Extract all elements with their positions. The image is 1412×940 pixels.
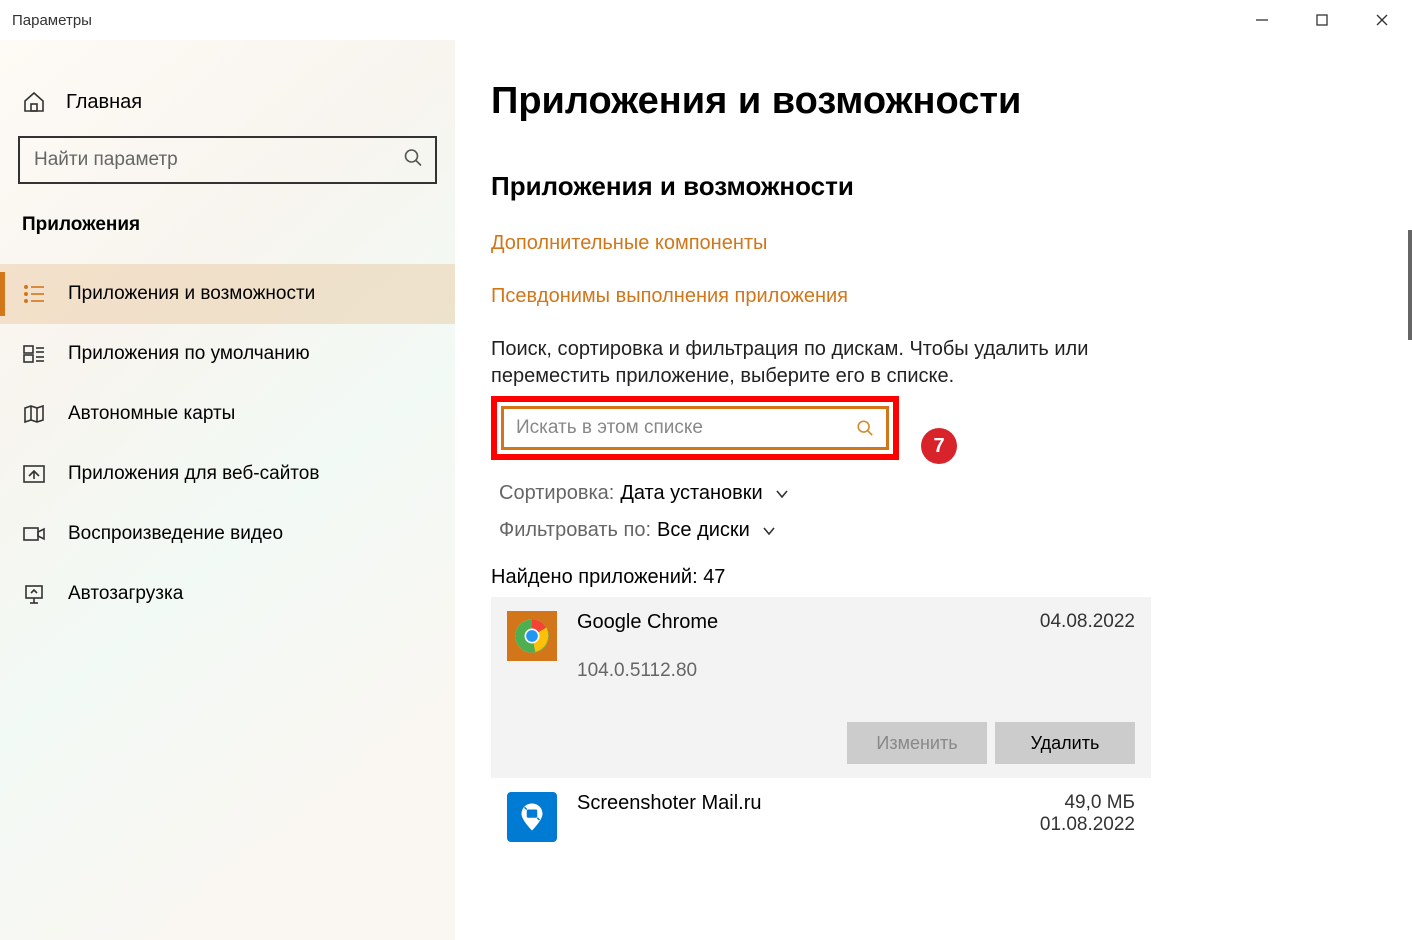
sort-dropdown[interactable]: Сортировка: Дата установки	[499, 482, 1376, 505]
list-icon	[22, 282, 46, 306]
app-date: 04.08.2022	[1040, 611, 1135, 633]
sidebar-item-label: Автозагрузка	[68, 583, 183, 605]
sidebar: Главная Приложения Приложения и возможно…	[0, 40, 455, 940]
window-title: Параметры	[12, 12, 92, 29]
filter-label: Фильтровать по:	[499, 519, 651, 542]
page-title: Приложения и возможности	[491, 80, 1376, 123]
uninstall-button[interactable]: Удалить	[995, 722, 1135, 764]
scrollbar[interactable]	[1408, 230, 1412, 340]
search-icon	[403, 148, 423, 173]
hint-text: Поиск, сортировка и фильтрация по дискам…	[491, 338, 1131, 361]
startup-icon	[22, 582, 46, 606]
sidebar-item-apps-websites[interactable]: Приложения для веб-сайтов	[0, 444, 455, 504]
sort-label: Сортировка:	[499, 482, 614, 505]
search-icon	[856, 419, 874, 437]
settings-search[interactable]	[18, 136, 437, 184]
sidebar-item-default-apps[interactable]: Приложения по умолчанию	[0, 324, 455, 384]
sidebar-item-label: Приложения по умолчанию	[68, 343, 310, 365]
link-optional-features[interactable]: Дополнительные компоненты	[491, 232, 1376, 255]
app-name: Google Chrome	[577, 611, 1020, 634]
annotation-highlight: 7	[491, 396, 899, 460]
app-icon-chrome	[507, 611, 557, 661]
app-list-search[interactable]	[501, 406, 889, 450]
maximize-button[interactable]	[1292, 0, 1352, 40]
app-item-screenshoter[interactable]: Screenshoter Mail.ru 49,0 МБ 01.08.2022	[491, 778, 1151, 856]
sidebar-item-video-playback[interactable]: Воспроизведение видео	[0, 504, 455, 564]
home-label: Главная	[66, 91, 142, 114]
minimize-icon	[1255, 13, 1269, 27]
website-icon	[22, 462, 46, 486]
annotation-number-badge: 7	[921, 428, 957, 464]
sidebar-item-label: Воспроизведение видео	[68, 523, 283, 545]
found-count: Найдено приложений: 47	[491, 566, 1376, 589]
content: Приложения и возможности Приложения и во…	[455, 40, 1412, 940]
sidebar-item-offline-maps[interactable]: Автономные карты	[0, 384, 455, 444]
map-icon	[22, 402, 46, 426]
app-date: 01.08.2022	[1040, 814, 1135, 836]
home-icon	[22, 90, 46, 114]
filter-dropdown[interactable]: Фильтровать по: Все диски	[499, 519, 1376, 542]
home-button[interactable]: Главная	[0, 80, 455, 136]
app-list-search-input[interactable]	[516, 417, 856, 439]
modify-button[interactable]: Изменить	[847, 722, 987, 764]
sidebar-item-startup[interactable]: Автозагрузка	[0, 564, 455, 624]
filter-value: Все диски	[657, 519, 750, 542]
link-app-aliases[interactable]: Псевдонимы выполнения приложения	[491, 285, 1376, 308]
defaults-icon	[22, 342, 46, 366]
close-icon	[1375, 13, 1389, 27]
close-button[interactable]	[1352, 0, 1412, 40]
app-size: 49,0 МБ	[1040, 792, 1135, 814]
app-name: Screenshoter Mail.ru	[577, 792, 1020, 815]
chevron-down-icon	[775, 487, 789, 501]
app-item-chrome[interactable]: Google Chrome 104.0.5112.80 04.08.2022 И…	[491, 597, 1151, 778]
minimize-button[interactable]	[1232, 0, 1292, 40]
settings-search-input[interactable]	[18, 136, 437, 184]
sidebar-item-label: Приложения для веб-сайтов	[68, 463, 319, 485]
chevron-down-icon	[762, 524, 776, 538]
sort-value: Дата установки	[620, 482, 762, 505]
app-version: 104.0.5112.80	[577, 660, 1020, 682]
window-controls	[1232, 0, 1412, 40]
sidebar-category: Приложения	[0, 214, 455, 264]
app-icon-screenshoter	[507, 792, 557, 842]
sidebar-item-apps-features[interactable]: Приложения и возможности	[0, 264, 455, 324]
titlebar: Параметры	[0, 0, 1412, 40]
hint-text: переместить приложение, выберите его в с…	[491, 365, 1131, 388]
video-icon	[22, 522, 46, 546]
sidebar-item-label: Автономные карты	[68, 403, 235, 425]
maximize-icon	[1315, 13, 1329, 27]
section-title: Приложения и возможности	[491, 171, 1376, 202]
sidebar-item-label: Приложения и возможности	[68, 283, 315, 305]
